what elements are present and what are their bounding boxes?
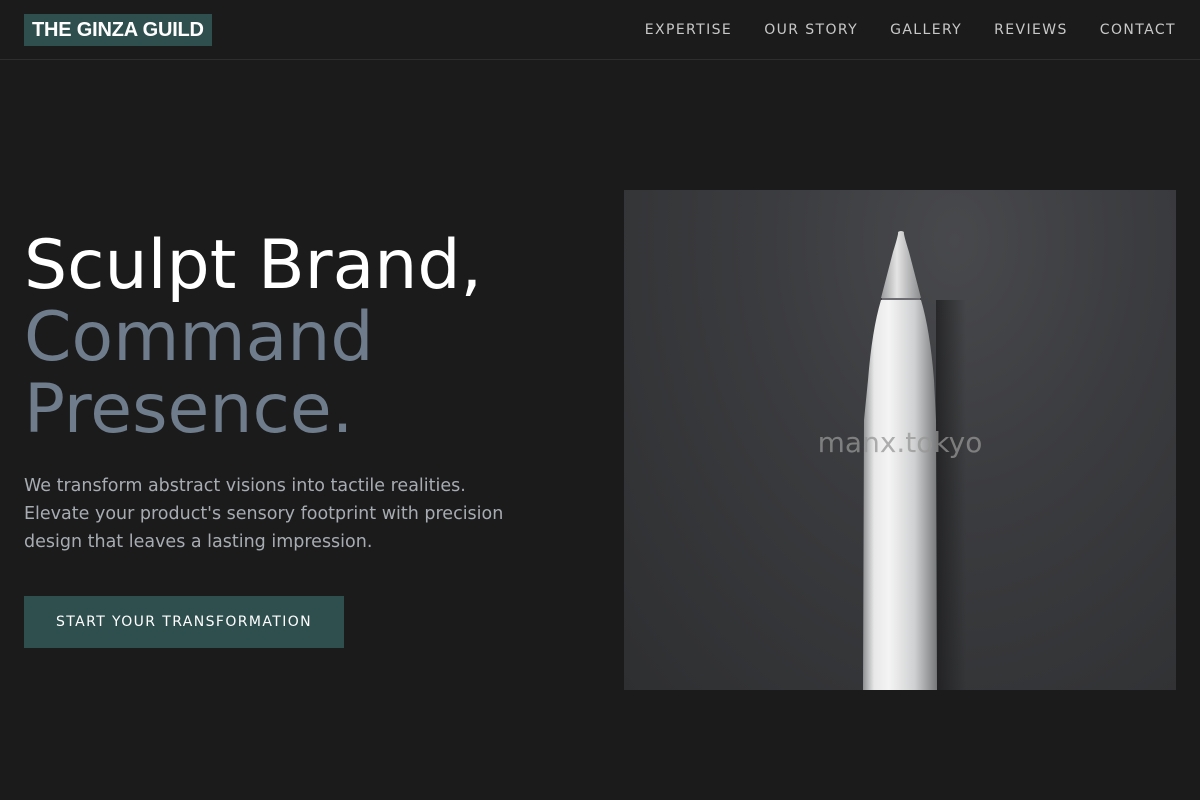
hero-title-line-1: Sculpt Brand, [24, 226, 483, 305]
hero-title-line-3: Presence. [24, 370, 354, 449]
brand-logo[interactable]: THE GINZA GUILD [24, 14, 212, 46]
nav-item-gallery[interactable]: GALLERY [890, 22, 962, 38]
top-navbar: THE GINZA GUILD EXPERTISE OUR STORY GALL… [0, 0, 1200, 60]
nav-item-reviews[interactable]: REVIEWS [994, 22, 1068, 38]
hero-product-image: manx.tokyo [624, 190, 1176, 690]
main-nav: EXPERTISE OUR STORY GALLERY REVIEWS CONT… [613, 0, 1176, 60]
start-transformation-button[interactable]: START YOUR TRANSFORMATION [24, 596, 344, 648]
hero-title: Sculpt Brand, Command Presence. [24, 230, 482, 446]
nav-item-our-story[interactable]: OUR STORY [764, 22, 858, 38]
stylus-body [863, 300, 937, 690]
nav-item-contact[interactable]: CONTACT [1100, 22, 1176, 38]
nav-item-expertise[interactable]: EXPERTISE [645, 22, 732, 38]
image-watermark: manx.tokyo [817, 426, 983, 459]
hero-title-line-2: Command [24, 298, 374, 377]
hero-description: We transform abstract visions into tacti… [24, 476, 504, 552]
stylus-tip [881, 231, 921, 298]
stylus-shadow [936, 300, 966, 690]
